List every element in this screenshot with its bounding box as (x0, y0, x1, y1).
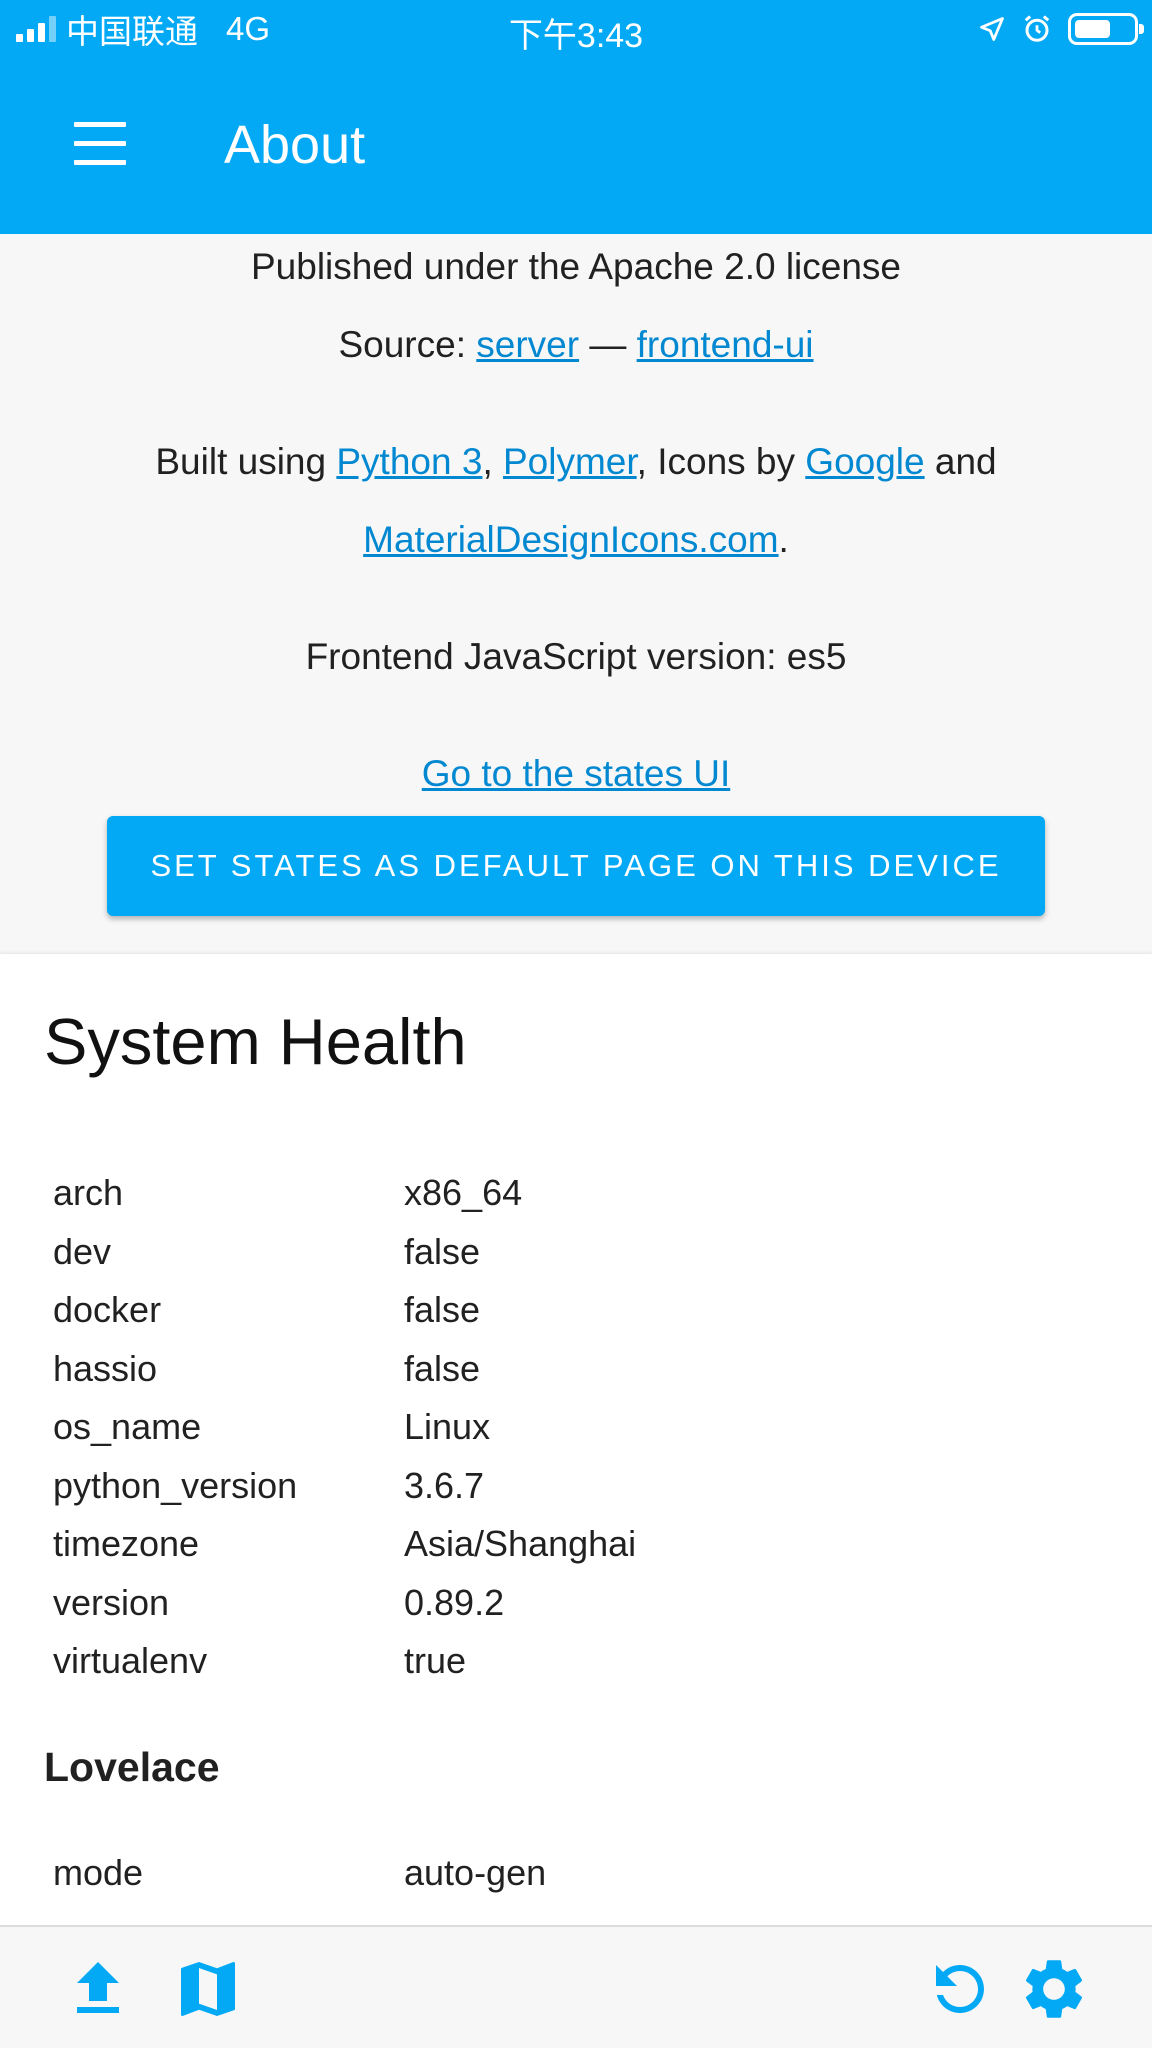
bottom-toolbar (0, 1925, 1152, 2048)
app-header: 中国联通 4G 下午3:43 About (0, 0, 1152, 234)
health-key: os_name (53, 1406, 202, 1447)
built-comma: , (482, 441, 503, 482)
health-key: arch (53, 1172, 124, 1213)
table-row: version 0.89.2 (53, 1582, 1113, 1641)
health-key: virtualenv (53, 1640, 208, 1681)
location-arrow-icon (980, 17, 1004, 41)
refresh-icon[interactable] (924, 1953, 996, 2025)
health-key: docker (53, 1289, 162, 1330)
icons-by-label: , Icons by (636, 441, 806, 482)
table-row: os_name Linux (53, 1406, 1113, 1465)
set-default-page-button[interactable]: SET STATES AS DEFAULT PAGE ON THIS DEVIC… (107, 816, 1045, 916)
lovelace-title: Lovelace (44, 1744, 220, 1790)
map-icon[interactable] (172, 1953, 244, 2025)
alarm-clock-icon (1024, 15, 1050, 42)
frontend-ui-link[interactable]: frontend-ui (637, 324, 814, 365)
built-using-line: Built using Python 3, Polymer, Icons by … (0, 441, 1152, 483)
page-title: About (224, 115, 366, 175)
health-key: dev (53, 1230, 112, 1272)
menu-icon[interactable] (66, 114, 134, 174)
source-separator: — (579, 324, 637, 365)
polymer-link[interactable]: Polymer (503, 441, 637, 482)
source-label: Source: (338, 324, 477, 365)
health-key: python_version (53, 1464, 298, 1506)
health-value: 0.89.2 (404, 1581, 505, 1623)
source-line: Source: server — frontend-ui (0, 324, 1152, 366)
status-bar: 中国联通 4G 下午3:43 (0, 0, 1152, 58)
table-row: dev false (53, 1231, 1113, 1290)
table-row: virtualenv true (53, 1640, 1113, 1699)
system-health-card: System Health arch x86_64dev false docker fa… (0, 954, 1152, 1926)
health-value: false (404, 1230, 481, 1272)
system-health-table: arch x86_64dev false docker false hassio false… (53, 1172, 1113, 1699)
server-link[interactable]: server (476, 324, 579, 365)
mdi-line: MaterialDesignIcons.com. (0, 519, 1152, 561)
system-health-title: System Health (44, 1005, 467, 1078)
health-key: version (53, 1581, 170, 1623)
health-value: true (404, 1640, 467, 1681)
health-value: false (404, 1289, 481, 1330)
states-ui-line: Go to the states UI (0, 753, 1152, 795)
mdi-period: . (778, 519, 789, 560)
license-text: Published under the Apache 2.0 license (250, 246, 902, 287)
health-value: 3.6.7 (404, 1464, 485, 1506)
status-bar-right (978, 10, 1144, 48)
toolbar: About (0, 58, 1152, 234)
health-key: timezone (53, 1523, 200, 1564)
table-row: docker false (53, 1289, 1113, 1348)
upload-icon[interactable] (62, 1953, 134, 2025)
lovelace-value: auto-gen (404, 1852, 547, 1893)
battery-icon (1068, 13, 1144, 45)
about-section: Published under the Apache 2.0 license S… (0, 234, 1152, 954)
google-link[interactable]: Google (805, 441, 924, 482)
materialdesignicons-link[interactable]: MaterialDesignIcons.com (363, 519, 778, 560)
frontend-version: Frontend JavaScript version: es5 (305, 636, 847, 677)
health-key: hassio (53, 1347, 158, 1389)
python3-link[interactable]: Python 3 (336, 441, 482, 482)
table-row: hassio false (53, 1348, 1113, 1407)
states-ui-link[interactable]: Go to the states UI (422, 753, 730, 794)
lovelace-key: mode (53, 1852, 144, 1893)
and-label: and (924, 441, 997, 482)
lovelace-row: mode auto-gen (53, 1852, 1113, 1902)
health-value: false (404, 1347, 481, 1389)
health-value: Linux (404, 1406, 491, 1447)
table-row: arch x86_64 (53, 1172, 1113, 1231)
settings-icon[interactable] (1018, 1953, 1090, 2025)
built-using-label: Built using (155, 441, 337, 482)
table-row: python_version 3.6.7 (53, 1465, 1113, 1524)
table-row: timezone Asia/Shanghai (53, 1523, 1113, 1582)
health-value: Asia/Shanghai (404, 1523, 637, 1564)
health-value: x86_64 (404, 1172, 523, 1213)
